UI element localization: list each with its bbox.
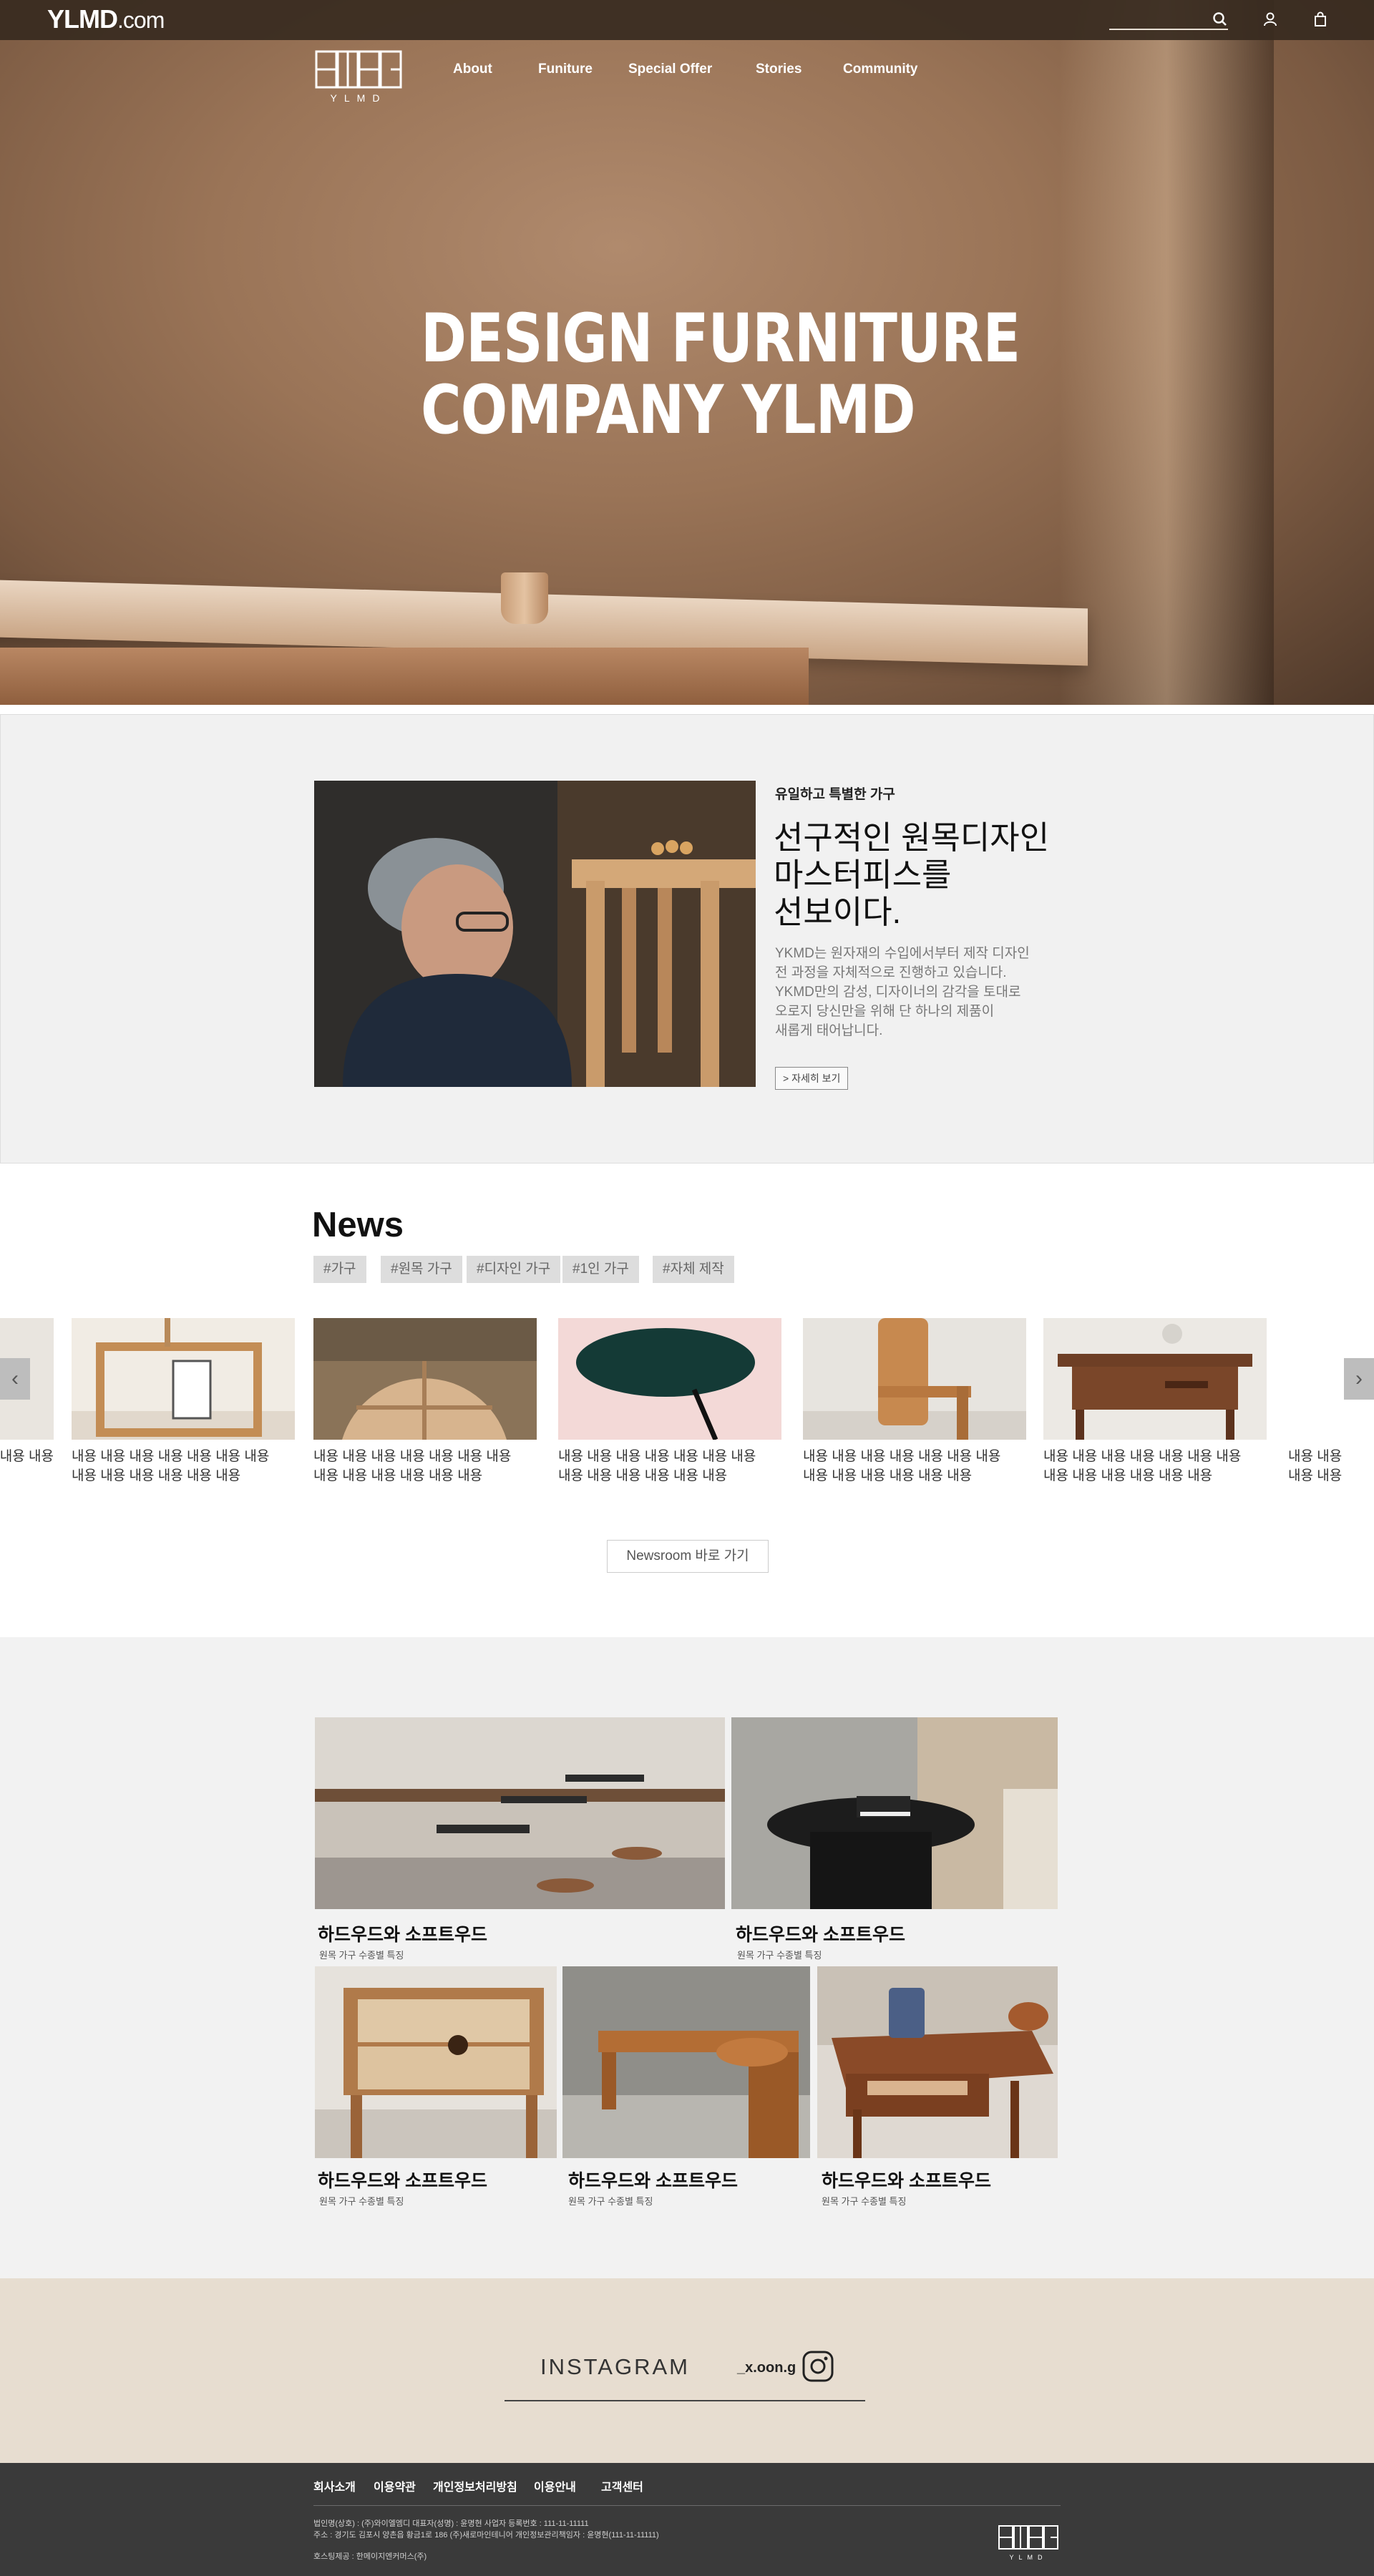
- collection-tile-title: 하드우드와 소프트우드: [318, 1925, 487, 1945]
- news-card[interactable]: 내용 내용 내용 내용 내용 내용 내용 내용 내용 내용 내용 내용 내용: [558, 1318, 781, 1485]
- tag-wood-furniture[interactable]: #원목 가구: [381, 1256, 462, 1283]
- top-bar: YLMD.com: [0, 0, 1374, 40]
- news-card[interactable]: 내용 내용 내용 내용 내용 내용 내용 내용 내용 내용 내용 내용 내용: [1043, 1318, 1267, 1485]
- intro-heading-line3: 선보이다.: [774, 894, 902, 930]
- instagram-icon[interactable]: [802, 2350, 834, 2383]
- hero-title: DESIGN FURNITURE COMPANY YLMD: [421, 303, 1020, 447]
- instagram-label[interactable]: INSTAGRAM: [540, 2354, 690, 2380]
- instagram-handle[interactable]: _x.oon.g: [737, 2360, 796, 2376]
- collection-tile[interactable]: 하드우드와 소프트우드 원목 가구 수종별 특징: [731, 1717, 1058, 1961]
- nav-funiture[interactable]: Funiture: [538, 60, 593, 79]
- nav-community[interactable]: Community: [843, 60, 918, 79]
- brand-logo[interactable]: YLMD.com: [47, 3, 165, 36]
- news-card-text: 내용 내용 내용 내용 내용 내용 내용 내용 내용 내용 내용 내용 내용: [72, 1449, 270, 1483]
- tag-design-furniture[interactable]: #디자인 가구: [467, 1256, 561, 1283]
- nav-special-offer[interactable]: Special Offer: [628, 60, 712, 79]
- collection-tile-image: [817, 1966, 1058, 2158]
- search-input[interactable]: [1109, 29, 1228, 30]
- news-card-image: [313, 1318, 537, 1440]
- collection-tile-image: [315, 1717, 725, 1909]
- news-card[interactable]: 내용 내용 내용 내용 내용 내용 내용 내용 내용 내용 내용 내용 내용: [803, 1318, 1026, 1485]
- collection-tile[interactable]: 하드우드와 소프트우드 원목 가구 수종별 특징: [315, 1717, 725, 1961]
- footer-hosting: 호스팅제공 : 한메이지엔커머스(주): [313, 2552, 427, 2561]
- collection-tile-subtitle: 원목 가구 수종별 특징: [319, 1950, 404, 1961]
- collection-tile[interactable]: 하드우드와 소프트우드 원목 가구 수종별 특징: [817, 1966, 1058, 2207]
- news-card-image: [72, 1318, 295, 1440]
- news-card-image: [803, 1318, 1026, 1440]
- footer-logo-text: YLMD: [1009, 2554, 1047, 2561]
- intro-heading-line1: 선구적인 원목디자인: [774, 819, 1050, 856]
- collection-tile-image: [315, 1966, 557, 2158]
- hero-title-line2: COMPANY YLMD: [421, 371, 916, 449]
- collection-tile-title: 하드우드와 소프트우드: [822, 2171, 991, 2191]
- nav-logo-text: YLMD: [331, 92, 387, 104]
- search-icon[interactable]: [1211, 10, 1229, 29]
- hero-title-line1: DESIGN FURNITURE: [421, 300, 1020, 378]
- nav-about[interactable]: About: [453, 60, 492, 79]
- user-icon[interactable]: [1261, 10, 1280, 29]
- footer-link-guide[interactable]: 이용안내: [534, 2477, 576, 2494]
- collection-tile-image: [562, 1966, 810, 2158]
- news-card-text: 내용 내용 내용 내용 내용 내용 내용 내용 내용 내용 내용 내용 내용: [558, 1449, 756, 1483]
- footer-logo: YLMD: [998, 2525, 1058, 2561]
- intro-heading: 선구적인 원목디자인 마스터피스를 선보이다.: [774, 819, 1049, 931]
- footer-link-terms[interactable]: 이용약관: [374, 2477, 416, 2494]
- footer-address: 주소 : 경기도 김포시 양촌읍 황금1로 186 (주)새로마인테니어 개인정…: [313, 2531, 659, 2540]
- news-card-text: 내용 내용 내용 내용 내용 내용 내용 내용 내용 내용 내용 내용 내용: [1043, 1449, 1242, 1483]
- collection-tile-subtitle: 원목 가구 수종별 특징: [568, 2196, 653, 2207]
- news-card[interactable]: 내용 내용 내용 내용 내용 내용 내용 내용 내용 내용 내용 내용 내용: [72, 1318, 295, 1485]
- collection-tile-title: 하드우드와 소프트우드: [736, 1925, 905, 1945]
- hero-banner: YLMD About Funiture Special Offer Storie…: [0, 0, 1374, 705]
- carousel-prev-button[interactable]: ‹: [0, 1358, 30, 1400]
- craftsman-photo: [314, 781, 756, 1087]
- nav-logo[interactable]: YLMD: [315, 50, 402, 104]
- intro-body: YKMD는 원자재의 수입에서부터 제작 디자인 전 과정을 자체적으로 진행하…: [775, 946, 1030, 1038]
- view-details-button[interactable]: > 자세히 보기: [775, 1067, 849, 1090]
- instagram-section: INSTAGRAM _x.oon.g: [0, 2278, 1374, 2463]
- news-card-partial-right[interactable]: 내용 내용 내용 내용: [1288, 1318, 1374, 1485]
- collection-tile[interactable]: 하드우드와 소프트우드 원목 가구 수종별 특징: [315, 1966, 557, 2207]
- footer-link-privacy[interactable]: 개인정보처리방침: [433, 2477, 517, 2494]
- collection-tile-image: [731, 1717, 1058, 1909]
- collection-tile[interactable]: 하드우드와 소프트우드 원목 가구 수종별 특징: [562, 1966, 810, 2207]
- news-card-text: 내용 내용 내용 내용 내용 내용 내용 내용 내용 내용 내용 내용 내용: [313, 1449, 512, 1483]
- intro-kicker: 유일하고 특별한 가구: [775, 787, 895, 802]
- news-card-image: [1043, 1318, 1267, 1440]
- intro-heading-line2: 마스터피스를: [774, 857, 952, 893]
- collection-tile-subtitle: 원목 가구 수종별 특징: [319, 2196, 404, 2207]
- news-card[interactable]: 내용 내용 내용 내용 내용 내용 내용 내용 내용 내용 내용 내용 내용: [313, 1318, 537, 1485]
- collection-tile-title: 하드우드와 소프트우드: [568, 2171, 738, 2191]
- tag-single-household[interactable]: #1인 가구: [562, 1256, 639, 1283]
- news-card-image: [558, 1318, 781, 1440]
- footer-link-company[interactable]: 회사소개: [313, 2477, 356, 2494]
- collection-section: 하드우드와 소프트우드 원목 가구 수종별 특징 하드우드와 소프트우드 원목 …: [0, 1637, 1374, 2278]
- tag-in-house[interactable]: #자체 제작: [653, 1256, 734, 1283]
- intro-section: 유일하고 특별한 가구 선구적인 원목디자인 마스터피스를 선보이다. YKMD…: [0, 714, 1374, 1163]
- instagram-divider: [505, 2400, 865, 2401]
- bag-icon[interactable]: [1311, 10, 1330, 29]
- carousel-next-button[interactable]: ›: [1344, 1358, 1374, 1400]
- footer-link-support[interactable]: 고객센터: [601, 2477, 643, 2494]
- tag-furniture[interactable]: #가구: [313, 1256, 366, 1283]
- newsroom-button[interactable]: Newsroom 바로 가기: [607, 1540, 769, 1573]
- hero-cup-image: [501, 572, 548, 624]
- brand-suffix: .com: [117, 7, 165, 33]
- nav-stories[interactable]: Stories: [756, 60, 802, 79]
- brand-name: YLMD: [47, 4, 118, 34]
- collection-tile-subtitle: 원목 가구 수종별 특징: [737, 1950, 822, 1961]
- news-card-text: 내용 내용 내용 내용 내용 내용 내용 내용 내용 내용 내용 내용 내용: [803, 1449, 1001, 1483]
- footer-divider: [313, 2505, 1061, 2506]
- collection-tile-title: 하드우드와 소프트우드: [318, 2171, 487, 2191]
- footer-company-info: 법인명(상호) : (주)와이엘엠디 대표자(성명) : 윤명현 사업자 등록번…: [313, 2519, 589, 2528]
- collection-tile-subtitle: 원목 가구 수종별 특징: [822, 2196, 907, 2207]
- footer: 회사소개 이용약관 개인정보처리방침 이용안내 고객센터 법인명(상호) : (…: [0, 2463, 1374, 2576]
- news-title: News: [312, 1206, 404, 1244]
